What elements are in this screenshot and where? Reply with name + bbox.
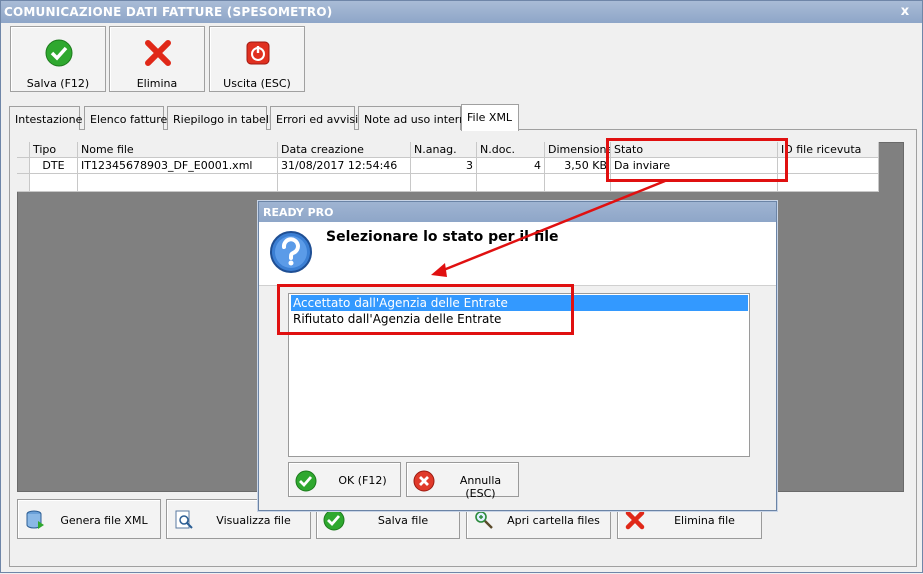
annotation-arrow-icon — [431, 179, 666, 277]
main-window: COMUNICAZIONE DATI FATTURE (SPESOMETRO) … — [0, 0, 923, 573]
